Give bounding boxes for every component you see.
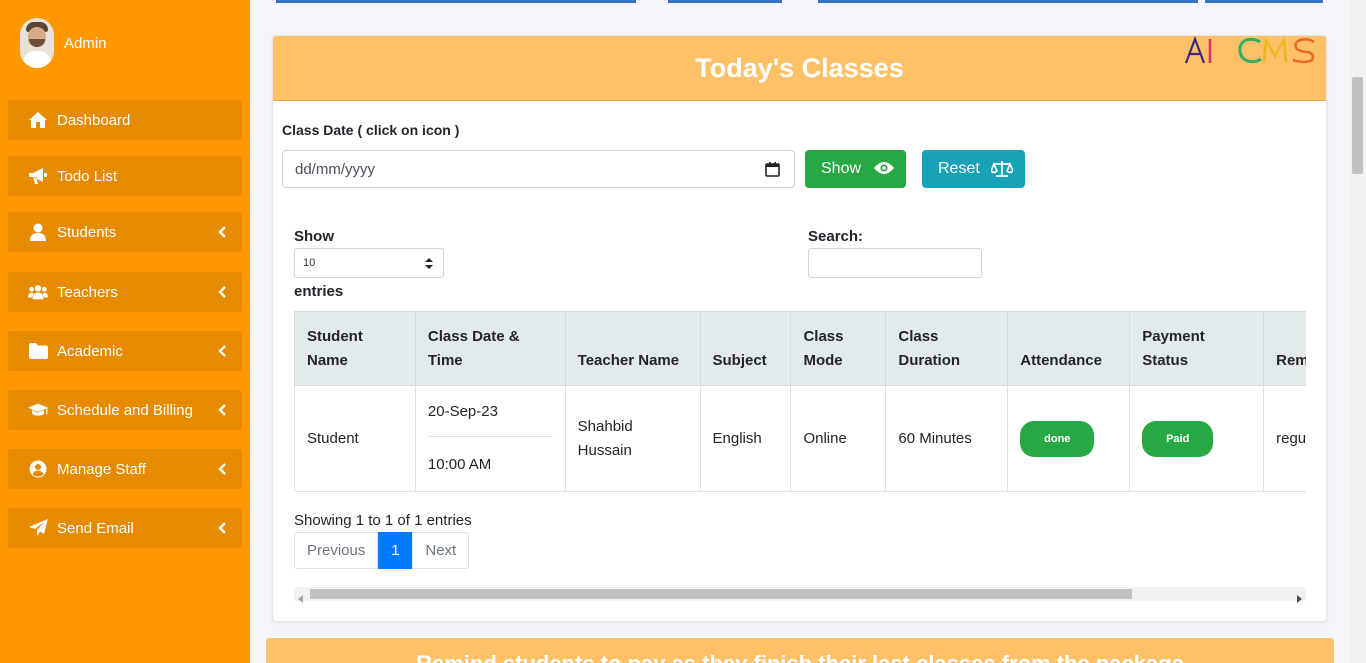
- user-circle-icon: [28, 459, 48, 479]
- sidebar-item-label: Todo List: [57, 167, 118, 185]
- show-button-label: Show: [821, 160, 862, 177]
- sidebar-item-label: Academic: [57, 342, 123, 360]
- folder-icon: [28, 341, 48, 361]
- next-page-button[interactable]: Next: [412, 532, 470, 569]
- chevron-left-icon: [218, 462, 226, 479]
- sidebar-item-label: Schedule and Billing: [57, 401, 193, 419]
- cell-teacher: Shahbid Hussain: [564, 385, 701, 492]
- sidebar: Admin Dashboard Todo List Students Teach…: [0, 0, 250, 663]
- calendar-icon[interactable]: [765, 162, 780, 181]
- sidebar-item-label: Teachers: [57, 283, 118, 301]
- col-remarks[interactable]: Rem: [1263, 311, 1306, 386]
- cell-attendance: done: [1007, 385, 1131, 492]
- cell-student: Student: [294, 385, 416, 492]
- user-name: Admin: [64, 34, 107, 52]
- todays-classes-card: Today's Classes Class Date ( click on ic…: [272, 35, 1327, 622]
- col-subject[interactable]: Subject: [699, 311, 792, 386]
- sidebar-item-schedule-and-billing[interactable]: Schedule and Billing: [8, 390, 242, 430]
- col-class-mode[interactable]: Class Mode: [790, 311, 887, 386]
- cell-time: 10:00 AM: [427, 456, 492, 473]
- scrollbar-thumb[interactable]: [310, 589, 1132, 599]
- sidebar-item-send-email[interactable]: Send Email: [8, 508, 242, 548]
- cell-date: 20-Sep-23: [427, 400, 553, 437]
- sidebar-item-label: Manage Staff: [57, 460, 146, 478]
- top-strip: [250, 0, 1350, 4]
- page-title: Today's Classes: [695, 52, 904, 83]
- previous-page-button[interactable]: Previous: [294, 532, 379, 569]
- page-length-select[interactable]: 10: [294, 248, 444, 278]
- page-vertical-scrollbar[interactable]: [1349, 0, 1366, 663]
- col-teacher-name[interactable]: Teacher Name: [564, 311, 701, 386]
- classes-table: Student Name Class Date & Time Teacher N…: [294, 311, 1306, 492]
- show-label: Show: [294, 228, 334, 245]
- cell-subject: English: [699, 385, 792, 492]
- reminder-card: Remind students to pay as they finish th…: [266, 638, 1334, 663]
- pagination: Previous 1 Next: [294, 532, 470, 569]
- megaphone-icon: [28, 166, 48, 186]
- payment-status-badge: Paid: [1142, 420, 1214, 457]
- page-1-button[interactable]: 1: [378, 532, 413, 569]
- chevron-left-icon: [218, 285, 226, 302]
- reset-button-label: Reset: [938, 160, 980, 177]
- col-payment-status[interactable]: Payment Status: [1129, 311, 1265, 386]
- sidebar-item-dashboard[interactable]: Dashboard: [8, 100, 242, 140]
- show-button[interactable]: Show: [805, 150, 906, 188]
- sidebar-item-academic[interactable]: Academic: [8, 331, 242, 371]
- sidebar-item-todo-list[interactable]: Todo List: [8, 156, 242, 196]
- chevron-left-icon: [218, 344, 226, 361]
- avatar: [20, 18, 54, 68]
- scroll-left-icon[interactable]: [298, 590, 303, 608]
- page-length-value: 10: [303, 257, 316, 269]
- sidebar-item-manage-staff[interactable]: Manage Staff: [8, 449, 242, 489]
- search-input[interactable]: [808, 248, 982, 278]
- table-info: Showing 1 to 1 of 1 entries: [294, 512, 472, 529]
- classes-table-wrapper: Student Name Class Date & Time Teacher N…: [294, 311, 1306, 492]
- search-label: Search:: [808, 228, 864, 245]
- cell-remarks: regu: [1263, 385, 1306, 492]
- chevron-left-icon: [218, 225, 226, 242]
- table-horizontal-scrollbar[interactable]: [294, 587, 1306, 603]
- sidebar-item-label: Students: [57, 223, 117, 241]
- sidebar-item-teachers[interactable]: Teachers: [8, 272, 242, 312]
- aicms-logo: [1184, 36, 1318, 71]
- user-icon: [28, 222, 48, 242]
- page-scrollbar-thumb[interactable]: [1352, 77, 1363, 174]
- col-class-date-time[interactable]: Class Date & Time: [414, 311, 566, 386]
- col-student-name[interactable]: Student Name: [294, 311, 416, 386]
- chevron-left-icon: [218, 521, 226, 538]
- cell-duration: 60 Minutes: [885, 385, 1009, 492]
- users-icon: [28, 282, 48, 302]
- cell-date-time: 20-Sep-23 10:00 AM: [414, 385, 566, 492]
- sidebar-item-label: Send Email: [57, 519, 134, 537]
- scroll-right-icon[interactable]: [1297, 590, 1302, 608]
- reset-button[interactable]: Reset: [922, 150, 1025, 188]
- paper-plane-icon: [28, 518, 48, 538]
- graduation-cap-icon: [28, 400, 48, 420]
- class-date-label: Class Date ( click on icon ): [282, 122, 460, 138]
- col-class-duration[interactable]: Class Duration: [885, 311, 1009, 386]
- eye-icon: [874, 160, 894, 181]
- cell-mode: Online: [790, 385, 887, 492]
- table-row: Student 20-Sep-23 10:00 AM Shahbid Hussa…: [294, 385, 1306, 492]
- balance-scale-icon: [990, 160, 1014, 183]
- chevron-left-icon: [218, 403, 226, 420]
- col-attendance[interactable]: Attendance: [1007, 311, 1131, 386]
- date-placeholder: dd/mm/yyyy: [295, 160, 376, 178]
- sidebar-item-students[interactable]: Students: [8, 212, 242, 252]
- card-header: Today's Classes: [273, 36, 1326, 101]
- reminder-card-title: Remind students to pay as they finish th…: [416, 651, 1184, 663]
- attendance-badge: done: [1020, 420, 1095, 457]
- class-date-input[interactable]: dd/mm/yyyy: [282, 150, 795, 188]
- select-arrows-icon: [425, 258, 433, 272]
- sidebar-item-label: Dashboard: [57, 111, 131, 129]
- user-panel[interactable]: Admin: [20, 18, 107, 68]
- home-icon: [28, 110, 48, 130]
- entries-label: entries: [294, 283, 344, 300]
- cell-payment: Paid: [1129, 385, 1265, 492]
